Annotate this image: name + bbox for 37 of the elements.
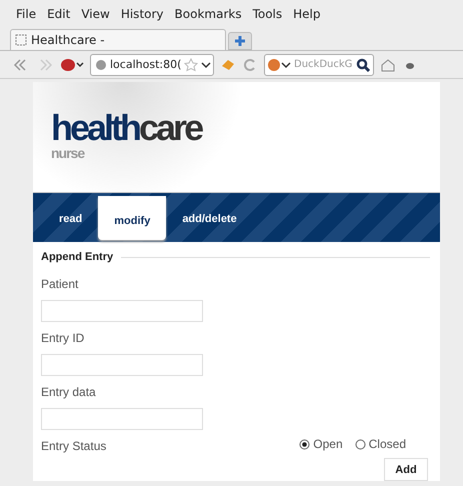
menu-item[interactable]: Tools bbox=[252, 7, 282, 21]
tab-title: Healthcare - bbox=[31, 33, 105, 47]
menu-item[interactable]: File bbox=[16, 7, 36, 21]
nav-tab[interactable]: read bbox=[43, 212, 98, 236]
caret-icon[interactable] bbox=[201, 60, 212, 68]
field-label: Patient bbox=[41, 277, 80, 291]
radio-option[interactable]: Closed bbox=[354, 437, 406, 451]
star-icon[interactable] bbox=[184, 58, 198, 72]
menu-item[interactable]: Help bbox=[293, 7, 320, 21]
menu-item[interactable]: View bbox=[81, 7, 110, 21]
nav-tab[interactable]: add/delete bbox=[166, 212, 253, 236]
radio-option[interactable]: Open bbox=[299, 437, 343, 451]
input-field[interactable] bbox=[41, 354, 203, 376]
field-label: Entry data bbox=[41, 385, 97, 399]
globe-icon bbox=[95, 58, 107, 70]
menu-item[interactable]: History bbox=[120, 7, 164, 21]
section-title: Append Entry bbox=[41, 251, 114, 263]
input-field[interactable] bbox=[41, 408, 203, 430]
radio-icon[interactable] bbox=[299, 438, 310, 450]
address-field[interactable]: localhost:80( bbox=[90, 54, 214, 76]
new-tab-button[interactable] bbox=[228, 32, 252, 50]
logo-text: healthcare bbox=[51, 110, 203, 146]
plus-icon bbox=[234, 35, 246, 47]
page-icon bbox=[15, 34, 27, 46]
input-field[interactable] bbox=[41, 300, 203, 322]
field-label: Entry ID bbox=[41, 331, 86, 345]
add-button[interactable]: Add bbox=[384, 458, 428, 481]
browser-tab[interactable]: Healthcare - bbox=[10, 29, 226, 50]
search-icon[interactable] bbox=[356, 58, 370, 72]
radio-icon[interactable] bbox=[354, 438, 366, 450]
nav-tab[interactable]: modify bbox=[98, 196, 166, 240]
menu-item[interactable]: Edit bbox=[47, 7, 70, 21]
logo-subtitle: nurse bbox=[51, 146, 86, 160]
home-icon[interactable] bbox=[380, 58, 396, 72]
caret-icon[interactable] bbox=[281, 60, 291, 68]
field-label: Entry Status bbox=[41, 439, 106, 453]
menu-item[interactable]: Bookmarks bbox=[174, 7, 242, 21]
